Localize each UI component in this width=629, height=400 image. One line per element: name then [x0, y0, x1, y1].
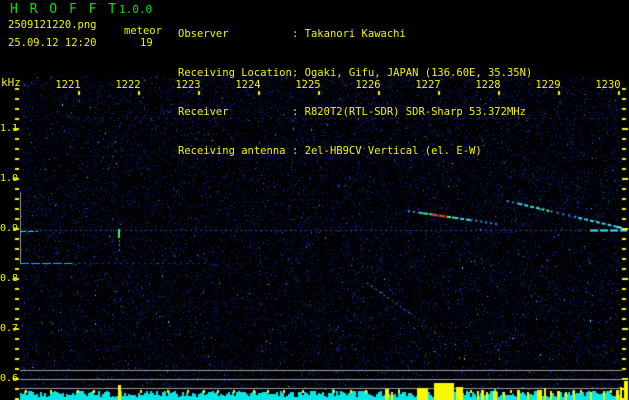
mode-label: meteor: [124, 25, 162, 37]
app-version: 1.0.0: [119, 3, 153, 16]
time-tick-label: 1226: [355, 79, 381, 91]
info-row-antenna: Receiving antenna: 2el-HB9CV Vertical (e…: [178, 145, 482, 157]
time-tick-label: 1230: [595, 79, 621, 91]
echo-count: 19: [140, 37, 153, 49]
station-info: Observer: Takanori Kawachi Receiving Loc…: [178, 2, 532, 184]
time-tick-label: 1223: [175, 79, 201, 91]
info-row-observer: Observer: Takanori Kawachi: [178, 28, 406, 40]
time-tick-label: 1228: [475, 79, 501, 91]
time-tick-label: 1229: [535, 79, 561, 91]
hrofft-window: H R O F F T 1.0.0 2509121220.png meteor …: [0, 0, 629, 400]
time-tick-label: 1221: [55, 79, 81, 91]
time-tick-label: 1227: [415, 79, 441, 91]
freq-axis-unit: kHz: [1, 76, 21, 89]
frame-datetime: 25.09.12 12:20: [8, 37, 97, 49]
time-tick-label: 1224: [235, 79, 261, 91]
time-tick-label: 1222: [115, 79, 141, 91]
freq-tick-label: 0.9: [0, 223, 19, 234]
time-tick-label: 1225: [295, 79, 321, 91]
freq-tick-label: 0.6: [0, 373, 19, 384]
freq-tick-label: 1.0: [0, 173, 19, 184]
freq-tick-label: 0.8: [0, 273, 19, 284]
app-title: H R O F F T: [10, 2, 119, 17]
freq-tick-label: 1.1: [0, 123, 19, 134]
freq-tick-label: 0.7: [0, 323, 19, 334]
output-filename: 2509121220.png: [8, 19, 97, 31]
info-row-receiver: Receiver: R820T2(RTL-SDR) SDR-Sharp 53.3…: [178, 106, 526, 118]
